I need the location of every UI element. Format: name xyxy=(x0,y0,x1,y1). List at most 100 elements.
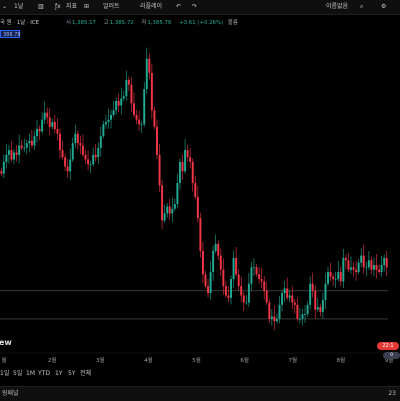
candle-body xyxy=(304,314,307,316)
settings-icon[interactable]: ⚙ xyxy=(381,2,386,12)
candle xyxy=(89,160,92,173)
candle xyxy=(217,240,220,261)
candle-body xyxy=(367,260,370,268)
undo-icon[interactable]: ↶ xyxy=(176,2,181,12)
candle-body xyxy=(316,307,319,310)
candle xyxy=(0,167,3,176)
candle-body xyxy=(48,117,51,127)
candle xyxy=(372,257,375,277)
candle xyxy=(230,275,232,305)
candle xyxy=(115,97,118,115)
x-tick-label: 3월 xyxy=(96,356,105,364)
candle xyxy=(66,159,69,178)
symbol-label[interactable]: 국 원 · 1날 · ICE xyxy=(0,18,39,28)
flag-badge-secondary[interactable]: 0 xyxy=(383,352,400,359)
candle-body xyxy=(337,272,340,280)
candle-body xyxy=(357,262,360,273)
candle-body xyxy=(59,133,61,151)
indicators-icon[interactable]: ƒx xyxy=(55,2,61,12)
range-1y[interactable]: 1Y xyxy=(55,369,62,379)
candle xyxy=(104,114,107,129)
candle xyxy=(13,148,16,164)
change-value: +3.61 (+0.26%) xyxy=(179,20,224,26)
replay-button[interactable]: 리플레이 xyxy=(140,2,162,12)
candle-body xyxy=(97,147,100,158)
candle-body xyxy=(56,129,59,134)
candle-body xyxy=(334,279,337,280)
flag-badge[interactable]: 22:1 xyxy=(377,342,399,350)
candle-body xyxy=(375,265,378,270)
search-icon[interactable]: ⌕ xyxy=(360,2,363,12)
candle xyxy=(171,197,174,223)
range-5d[interactable]: 5일 xyxy=(13,369,22,379)
candle-body xyxy=(104,122,107,125)
candle-body xyxy=(237,274,240,287)
candle-body xyxy=(94,154,97,158)
candle xyxy=(253,258,255,277)
candle xyxy=(145,47,148,94)
candle xyxy=(38,125,41,141)
unnamed-layout-button[interactable]: 이름없음 xyxy=(326,2,348,12)
candle-body xyxy=(5,154,8,162)
candle xyxy=(281,289,284,312)
candle-body xyxy=(355,269,358,273)
candle-body xyxy=(110,115,113,120)
candle-body xyxy=(270,316,273,319)
panel-tab-label[interactable]: 링패널 xyxy=(2,387,19,401)
candle-body xyxy=(224,286,227,296)
chart-type-icon[interactable]: ▥ xyxy=(38,2,44,12)
candle xyxy=(97,142,100,164)
candle xyxy=(209,261,212,300)
interval-button[interactable]: 1날 xyxy=(14,2,23,12)
candle-body xyxy=(84,154,87,160)
candle xyxy=(176,173,179,209)
range-ytd[interactable]: YTD xyxy=(38,369,50,379)
candle xyxy=(245,295,248,305)
candle-body xyxy=(51,122,54,127)
candle-body xyxy=(153,110,156,127)
range-5y[interactable]: 5Y xyxy=(68,369,75,379)
layout-icon[interactable]: ⊞ xyxy=(84,2,89,12)
candle xyxy=(222,258,225,295)
candle xyxy=(143,81,146,127)
volume-label: 볼륨 xyxy=(227,20,238,26)
price-badge: 388.78 xyxy=(0,30,21,38)
candle-body xyxy=(268,302,271,319)
indicators-label[interactable]: 지표 xyxy=(66,2,77,12)
candle-body xyxy=(253,267,255,269)
price-chart[interactable]: 월 2월 3월 4월 5월 6월 7월 8월 9월 xyxy=(0,0,400,400)
ohlc-values: 시1,385.17 고1,385.72 저1,385.76 +3.61 (+0.… xyxy=(66,18,241,28)
candle xyxy=(25,139,28,155)
candle-body xyxy=(148,58,151,73)
candle xyxy=(59,128,61,159)
range-all[interactable]: 전체 xyxy=(80,369,91,379)
candle xyxy=(273,305,276,330)
candle-body xyxy=(314,290,317,310)
candle-body xyxy=(250,267,253,284)
candle-body xyxy=(332,276,335,280)
candle-body xyxy=(344,257,347,261)
candle-body xyxy=(189,157,192,162)
candle xyxy=(163,204,166,223)
candle-body xyxy=(117,100,120,106)
candle xyxy=(342,248,345,288)
candle-body xyxy=(199,218,202,251)
candle-body xyxy=(41,119,44,132)
candle xyxy=(140,120,143,134)
candle-body xyxy=(53,122,56,130)
candle-body xyxy=(171,208,174,214)
chevron-down-icon[interactable]: ⌄ xyxy=(2,2,7,12)
candle-body xyxy=(0,171,3,174)
candle xyxy=(10,141,13,162)
candle-body xyxy=(362,255,365,268)
alert-button[interactable]: 얼러트 xyxy=(103,2,120,12)
range-1d[interactable]: 1일 xyxy=(0,369,9,379)
candle-body xyxy=(301,314,304,319)
candle xyxy=(383,254,386,272)
candle-body xyxy=(219,255,222,270)
range-1m[interactable]: 1M xyxy=(26,369,35,379)
candle xyxy=(30,129,33,148)
candle xyxy=(314,285,317,319)
redo-icon[interactable]: ↷ xyxy=(192,2,197,12)
candle-body xyxy=(163,213,166,221)
